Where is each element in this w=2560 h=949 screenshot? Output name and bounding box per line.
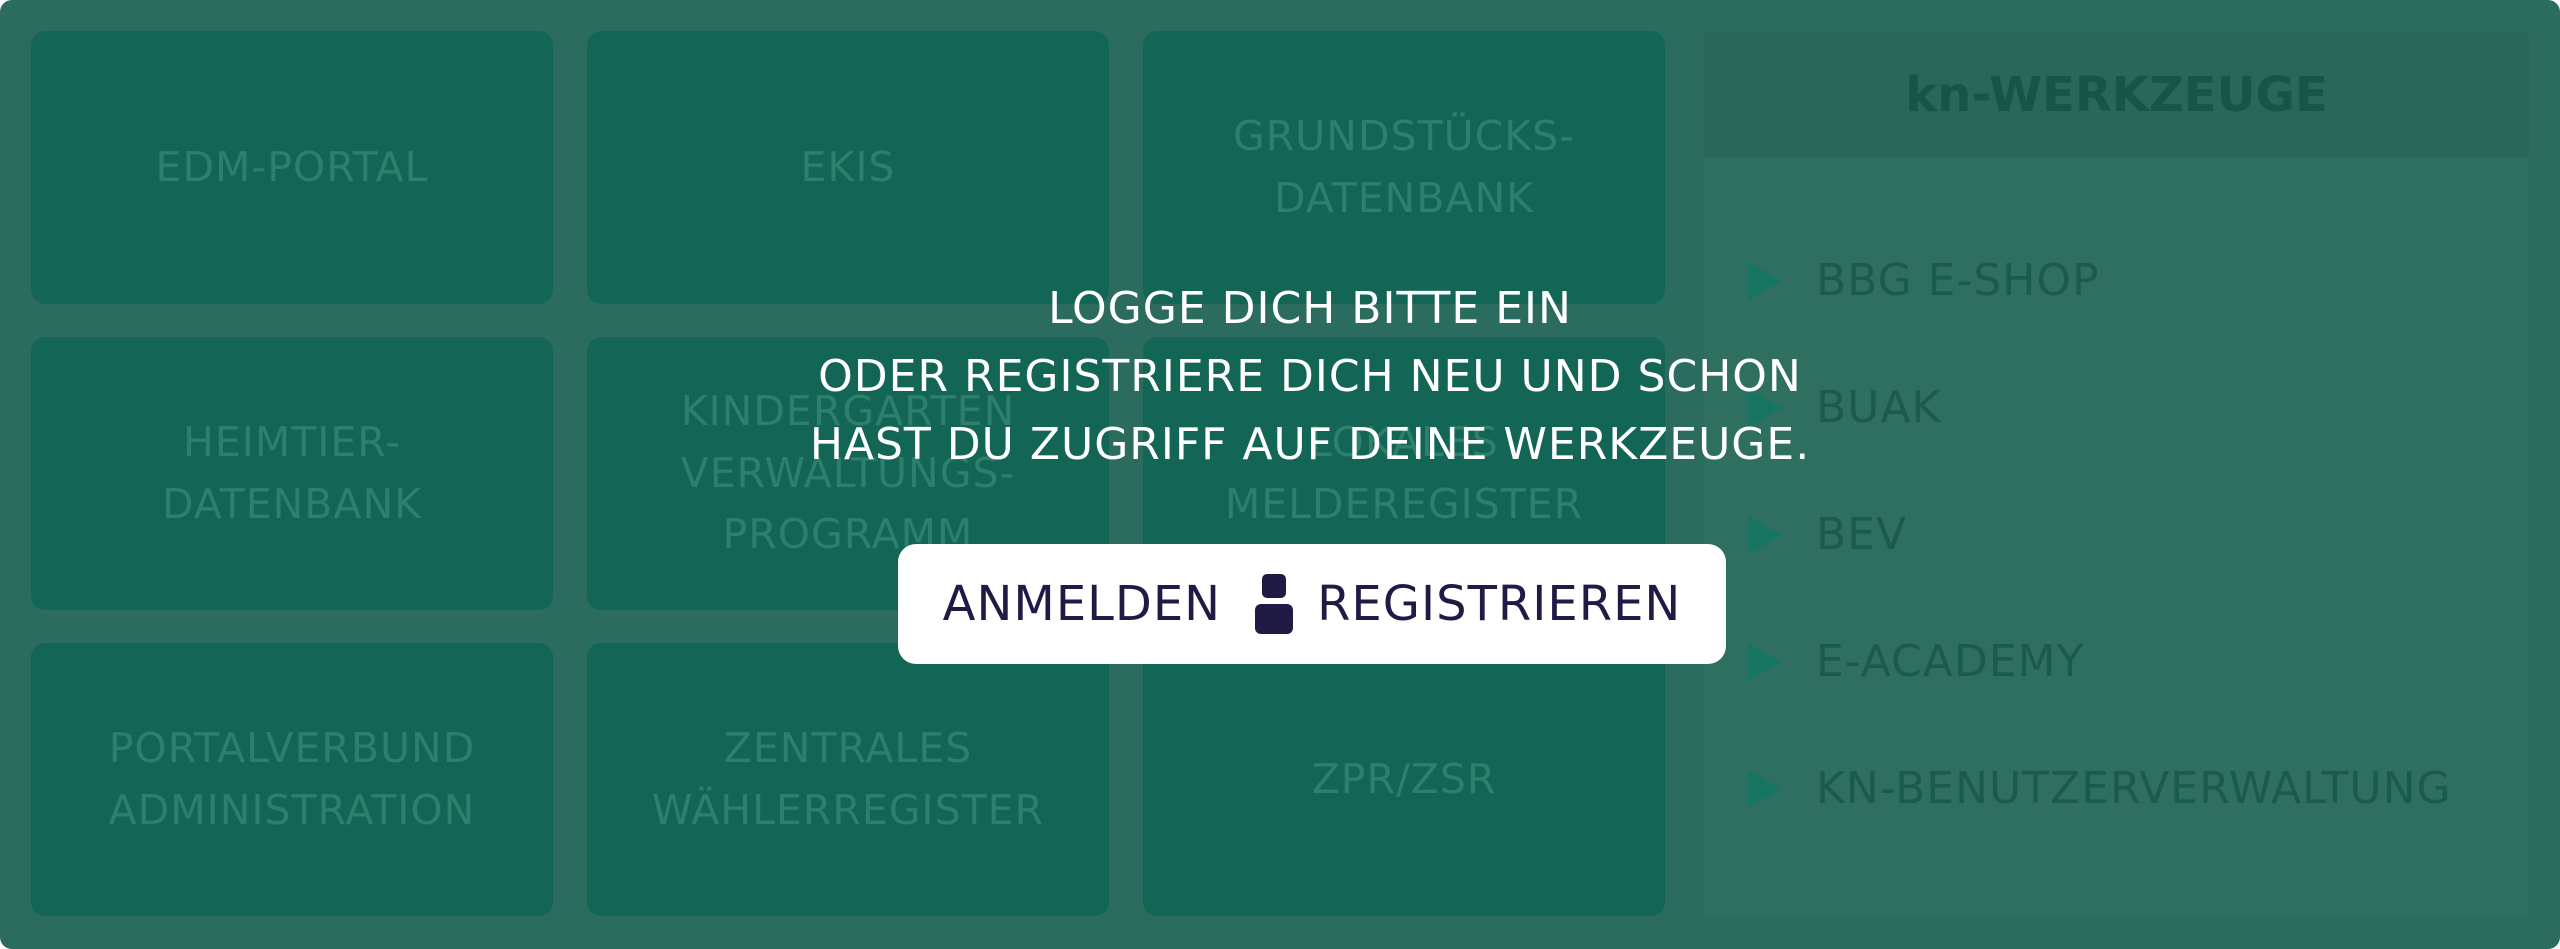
tile-zpr-zsr[interactable]: ZPR/ZSR [1143,643,1665,916]
play-arrow-icon [1748,769,1782,808]
tools-title: kn-WERKZEUGE [1704,32,2529,158]
play-arrow-icon [1748,642,1782,681]
tools-item-e-academy[interactable]: E-ACADEMY [1748,636,2084,687]
tile-zentrales-waehlerregister[interactable]: ZENTRALES WÄHLERREGISTER [587,643,1109,916]
user-icon-body [1255,604,1294,634]
tile-portalverbund-administration[interactable]: PORTALVERBUND ADMINISTRATION [31,643,553,916]
tools-item-label: E-ACADEMY [1816,636,2085,687]
user-icon [1255,574,1294,634]
tile-edm-portal[interactable]: EDM-PORTAL [31,31,553,304]
tile-grundstuecksdatenbank[interactable]: GRUNDSTÜCKS- DATENBANK [1143,31,1665,304]
tools-item-label: KN-BENUTZERVERWALTUNG [1816,763,2452,814]
play-arrow-icon [1748,515,1782,554]
login-prompt-line: LOGGE DICH BITTE EIN [1048,283,1572,334]
tools-item-bev[interactable]: BEV [1748,509,1907,560]
login-prompt-line: ODER REGISTRIERE DICH NEU UND SCHON [818,351,1802,402]
login-prompt-message: LOGGE DICH BITTE EIN ODER REGISTRIERE DI… [660,275,1960,479]
auth-box: ANMELDEN REGISTRIEREN [898,544,1726,664]
tools-item-label: BEV [1816,509,1908,560]
tile-heimtierdatenbank[interactable]: HEIMTIER- DATENBANK [31,337,553,610]
login-prompt-line: HAST DU ZUGRIFF AUF DEINE WERKZEUGE. [809,419,1811,470]
user-icon-head [1262,574,1287,598]
tools-item-kn-benutzerverwaltung[interactable]: KN-BENUTZERVERWALTUNG [1748,763,2452,814]
portal-frame: EDM-PORTAL EKIS GRUNDSTÜCKS- DATENBANK H… [0,0,2560,949]
tile-ekis[interactable]: EKIS [587,31,1109,304]
register-link[interactable]: REGISTRIEREN [1317,576,1681,632]
login-link[interactable]: ANMELDEN [943,576,1221,632]
